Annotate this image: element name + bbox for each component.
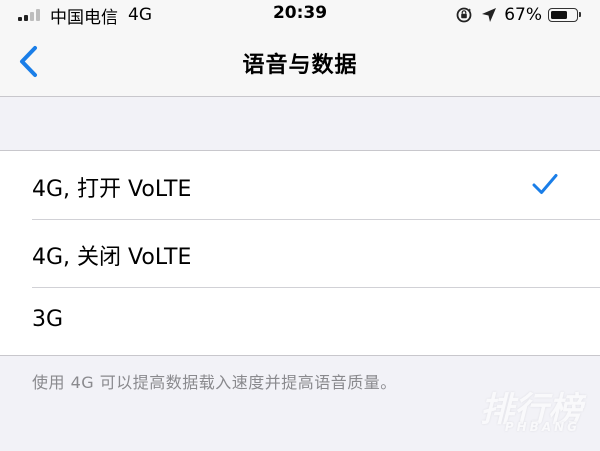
watermark-logo: 排行榜 PHBANG: [476, 382, 586, 438]
checkmark-icon: [532, 174, 558, 194]
option-label: 4G, 关闭 VoLTE: [32, 245, 192, 270]
battery-percent: 67%: [504, 5, 542, 25]
option-label: 3G: [32, 307, 64, 332]
watermark-sub: PHBANG: [504, 420, 580, 434]
page-title: 语音与数据: [242, 53, 358, 78]
footer-note: 使用 4G 可以提高数据载入速度并提高语音质量。: [32, 373, 397, 392]
battery-icon: [548, 8, 581, 22]
option-row[interactable]: 3G: [0, 287, 600, 355]
option-row[interactable]: 4G, 打开 VoLTE: [0, 151, 600, 219]
option-label: 4G, 打开 VoLTE: [32, 177, 192, 202]
status-bar: 中国电信 4G 20:39 67%: [0, 0, 600, 30]
navigation-bar: 语音与数据: [0, 30, 600, 97]
option-row[interactable]: 4G, 关闭 VoLTE: [0, 219, 600, 287]
orientation-lock-icon: [456, 7, 472, 23]
location-arrow-icon: [482, 8, 497, 22]
status-right: 67%: [455, 4, 581, 26]
options-list: 4G, 打开 VoLTE 4G, 关闭 VoLTE 3G: [0, 150, 600, 356]
